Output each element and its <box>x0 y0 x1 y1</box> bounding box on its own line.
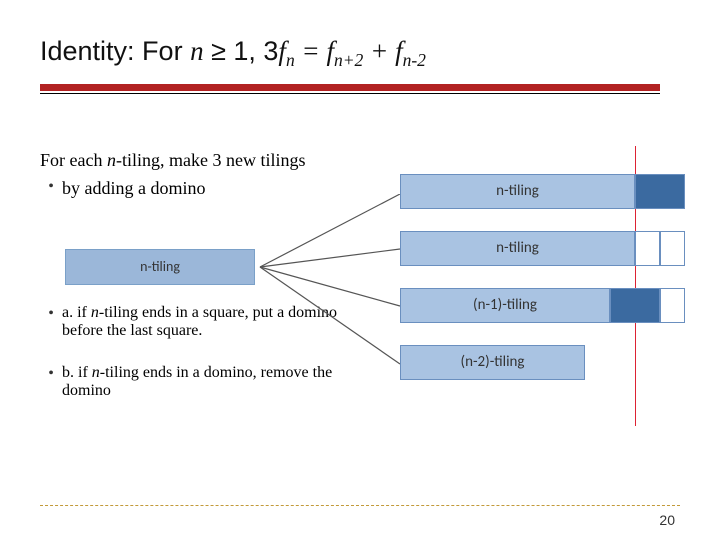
title-eq: = <box>295 36 327 66</box>
footer-rule <box>40 505 680 506</box>
title-lhs-f: f <box>278 36 286 66</box>
title-r1-f: f <box>326 36 334 66</box>
page-number: 20 <box>659 512 675 528</box>
tiling-bar-light <box>400 231 635 266</box>
lead-b: -tiling, make 3 new tilings <box>116 150 305 170</box>
bullet-marker: • <box>40 304 62 340</box>
slide-title: Identity: For n ≥ 1, 3fn = fn+2 + fn-2 <box>40 35 680 78</box>
source-tiling-label: n-tiling <box>66 250 254 284</box>
result-row-2: n-tiling <box>400 231 685 266</box>
title-prefix: Identity: For <box>40 36 190 66</box>
tiling-bar-light <box>400 174 635 209</box>
case-a-n: n <box>91 304 99 321</box>
tiling-bar-dark <box>610 288 660 323</box>
source-tiling: n-tiling <box>65 249 255 285</box>
case-a-pre: a. if <box>62 304 91 321</box>
connector-arrows <box>250 194 410 414</box>
tiling-square-white <box>660 231 685 266</box>
title-r1-sub: n+2 <box>334 50 363 70</box>
tiling-box: n-tiling <box>65 249 255 285</box>
title-lhs-sub: n <box>286 50 295 70</box>
title-rel: ≥ 1, 3 <box>204 36 279 66</box>
title-underline <box>40 84 660 94</box>
title-r2-f: f <box>395 36 403 66</box>
tiling-square-white <box>660 288 685 323</box>
bullet-marker: • <box>40 177 62 200</box>
lead-n: n <box>107 150 116 170</box>
lead-a: For each <box>40 150 107 170</box>
title-plus: + <box>363 36 395 66</box>
tiling-bar-dark <box>635 174 685 209</box>
result-row-1: n-tiling <box>400 174 685 209</box>
title-n: n <box>190 36 204 66</box>
case-b-n: n <box>92 364 100 381</box>
tiling-square-white <box>635 231 660 266</box>
result-row-4: (n-2)-tiling <box>400 345 685 380</box>
tiling-bar-light <box>400 288 610 323</box>
result-row-3: (n-1)-tiling <box>400 288 685 323</box>
result-tilings: n-tiling n-tiling (n-1)-tiling <box>400 174 685 402</box>
title-r2-sub: n-2 <box>403 50 426 70</box>
lead-text: For each n-tiling, make 3 new tilings <box>40 149 370 172</box>
case-b-pre: b. if <box>62 364 92 381</box>
tiling-bar-light <box>400 345 585 380</box>
bullet-marker: • <box>40 364 62 400</box>
